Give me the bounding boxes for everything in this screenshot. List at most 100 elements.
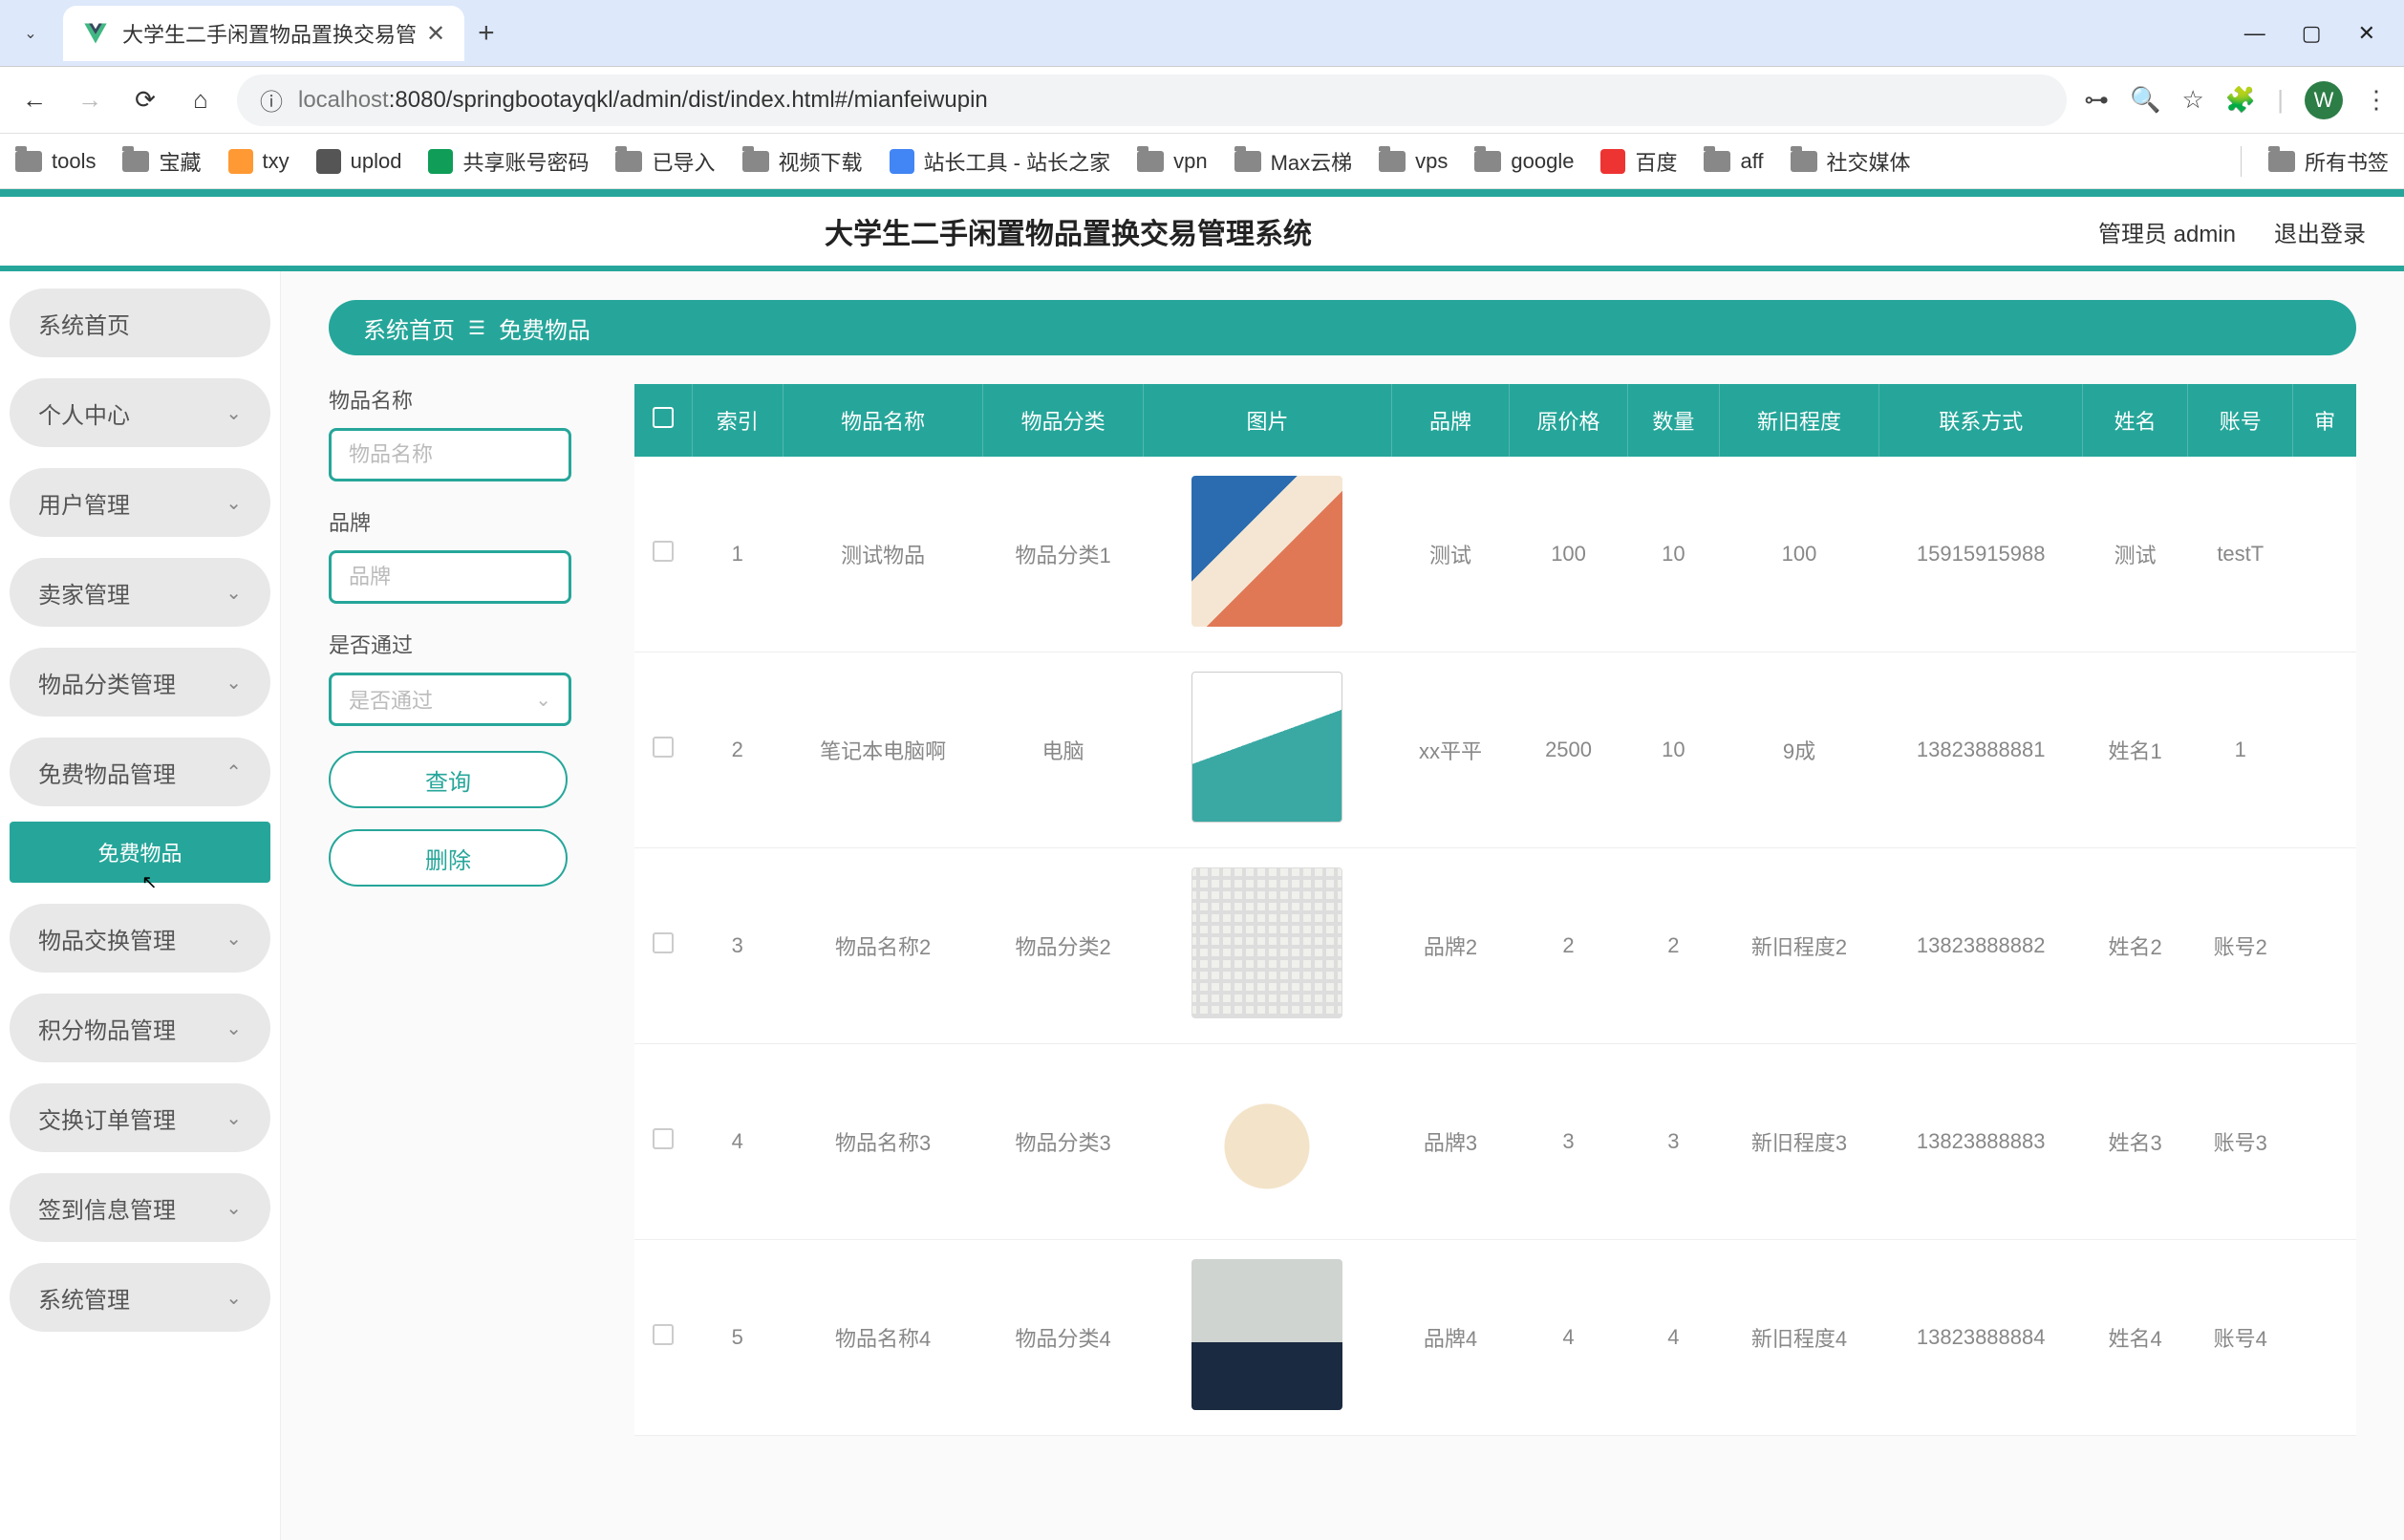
sidebar: 系统首页 个人中心⌄ 用户管理⌄ 卖家管理⌄ 物品分类管理⌄ 免费物品管理 ⌃ 免… bbox=[0, 271, 281, 1540]
breadcrumb-separator-icon: ☰ bbox=[468, 316, 485, 340]
cell-review bbox=[2293, 848, 2356, 1044]
bookmark-baidu[interactable]: 百度 bbox=[1600, 146, 1677, 177]
sidebar-item-orders[interactable]: 交换订单管理⌄ bbox=[10, 1083, 270, 1152]
bookmark-txy[interactable]: txy bbox=[228, 149, 290, 174]
cell-contact: 15915915988 bbox=[1879, 457, 2083, 652]
cell-review bbox=[2293, 1240, 2356, 1436]
minimize-icon[interactable]: — bbox=[2244, 21, 2265, 46]
cell-condition: 新旧程度2 bbox=[1719, 848, 1879, 1044]
cell-condition: 9成 bbox=[1719, 652, 1879, 848]
bookmark-shared-pwd[interactable]: 共享账号密码 bbox=[428, 146, 589, 177]
cell-condition: 100 bbox=[1719, 457, 1879, 652]
filter-label-brand: 品牌 bbox=[329, 506, 606, 537]
cell-account: testT bbox=[2188, 457, 2293, 652]
sidebar-subitem-free-items[interactable]: 免费物品↖ bbox=[10, 822, 270, 883]
site-info-icon[interactable]: ⓘ bbox=[260, 83, 283, 117]
sidebar-item-system[interactable]: 系统管理⌄ bbox=[10, 1263, 270, 1332]
cell-category: 电脑 bbox=[983, 652, 1144, 848]
bookmark-star-icon[interactable]: ☆ bbox=[2182, 85, 2204, 115]
chevron-up-icon: ⌃ bbox=[225, 760, 242, 784]
header-qty: 数量 bbox=[1628, 384, 1719, 457]
bookmark-uplod[interactable]: uplod bbox=[316, 149, 402, 174]
back-button[interactable]: ← bbox=[15, 81, 54, 119]
select-all-checkbox[interactable] bbox=[653, 407, 674, 428]
browser-tab[interactable]: 大学生二手闲置物品置换交易管 ✕ bbox=[63, 6, 464, 61]
header-index: 索引 bbox=[692, 384, 783, 457]
bookmark-imported[interactable]: 已导入 bbox=[615, 146, 715, 177]
row-checkbox[interactable] bbox=[653, 1324, 674, 1345]
cell-category: 物品分类4 bbox=[983, 1240, 1144, 1436]
cell-price: 4 bbox=[1509, 1240, 1627, 1436]
header-user[interactable]: 管理员 admin bbox=[2098, 215, 2236, 248]
sidebar-item-profile[interactable]: 个人中心⌄ bbox=[10, 378, 270, 447]
new-tab-button[interactable]: + bbox=[478, 17, 495, 50]
password-key-icon[interactable]: ⊶ bbox=[2084, 85, 2109, 115]
table-row: 5物品名称4物品分类4品牌444新旧程度413823888884姓名4账号4 bbox=[634, 1240, 2356, 1436]
bookmark-tools[interactable]: tools bbox=[15, 149, 96, 174]
row-checkbox[interactable] bbox=[653, 1128, 674, 1149]
cloud-icon bbox=[228, 149, 253, 174]
sidebar-item-home[interactable]: 系统首页 bbox=[10, 289, 270, 357]
cell-person: 姓名2 bbox=[2083, 848, 2188, 1044]
address-bar[interactable]: ⓘ localhost:8080/springbootayqkl/admin/d… bbox=[237, 75, 2067, 126]
bookmark-aff[interactable]: aff bbox=[1704, 149, 1763, 174]
bookmark-max[interactable]: Max云梯 bbox=[1234, 146, 1353, 177]
bookmark-label: google bbox=[1511, 149, 1574, 174]
search-button[interactable]: 查询 bbox=[329, 751, 568, 808]
logout-button[interactable]: 退出登录 bbox=[2274, 215, 2366, 248]
header-condition: 新旧程度 bbox=[1719, 384, 1879, 457]
header-checkbox-cell bbox=[634, 384, 692, 457]
maximize-icon[interactable]: ▢ bbox=[2302, 21, 2322, 46]
table-row: 2笔记本电脑啊电脑xx平平2500109成13823888881姓名11 bbox=[634, 652, 2356, 848]
home-button[interactable]: ⌂ bbox=[182, 81, 220, 119]
sidebar-item-checkin[interactable]: 签到信息管理⌄ bbox=[10, 1173, 270, 1242]
filter-select-pass[interactable]: 是否通过⌄ bbox=[329, 673, 571, 726]
bookmark-google[interactable]: google bbox=[1474, 149, 1574, 174]
filter-input-brand[interactable] bbox=[349, 565, 551, 589]
row-checkbox[interactable] bbox=[653, 541, 674, 562]
folder-icon bbox=[1234, 151, 1261, 172]
sidebar-item-users[interactable]: 用户管理⌄ bbox=[10, 468, 270, 537]
forward-button[interactable]: → bbox=[71, 81, 109, 119]
reload-button[interactable]: ⟳ bbox=[126, 81, 164, 119]
app-header: 大学生二手闲置物品置换交易管理系统 管理员 admin 退出登录 bbox=[0, 197, 2404, 266]
cell-person: 测试 bbox=[2083, 457, 2188, 652]
sidebar-item-exchange[interactable]: 物品交换管理⌄ bbox=[10, 904, 270, 973]
profile-avatar[interactable]: W bbox=[2305, 81, 2343, 119]
bookmark-label: tools bbox=[52, 149, 96, 174]
bookmark-social[interactable]: 社交媒体 bbox=[1791, 146, 1911, 177]
filter-input-name[interactable] bbox=[349, 442, 551, 467]
breadcrumb-home[interactable]: 系统首页 bbox=[363, 311, 455, 345]
bookmark-zhanzhang[interactable]: 站长工具 - 站长之家 bbox=[890, 146, 1111, 177]
bookmark-video[interactable]: 视频下载 bbox=[742, 146, 863, 177]
all-bookmarks[interactable]: 所有书签 bbox=[2268, 146, 2389, 177]
bookmark-vpn[interactable]: vpn bbox=[1137, 149, 1207, 174]
sidebar-item-categories[interactable]: 物品分类管理⌄ bbox=[10, 648, 270, 717]
menu-label: 交换订单管理 bbox=[38, 1102, 176, 1135]
cell-image bbox=[1143, 1044, 1391, 1240]
folder-icon bbox=[1137, 151, 1164, 172]
folder-icon bbox=[742, 151, 769, 172]
extensions-icon[interactable]: 🧩 bbox=[2225, 85, 2256, 115]
sidebar-item-free-items[interactable]: 免费物品管理 ⌃ bbox=[10, 738, 270, 806]
bookmark-baozang[interactable]: 宝藏 bbox=[122, 146, 201, 177]
chevron-down-icon: ⌄ bbox=[225, 671, 242, 695]
delete-button[interactable]: 删除 bbox=[329, 829, 568, 887]
sidebar-item-sellers[interactable]: 卖家管理⌄ bbox=[10, 558, 270, 627]
close-window-icon[interactable]: ✕ bbox=[2358, 21, 2375, 46]
bookmark-vps[interactable]: vps bbox=[1379, 149, 1448, 174]
sidebar-item-points[interactable]: 积分物品管理⌄ bbox=[10, 994, 270, 1062]
browser-menu-icon[interactable]: ⋮ bbox=[2364, 85, 2389, 115]
cell-account: 1 bbox=[2188, 652, 2293, 848]
tab-close-icon[interactable]: ✕ bbox=[426, 20, 445, 48]
bookmarks-bar: tools 宝藏 txy uplod 共享账号密码 已导入 视频下载 站长工具 … bbox=[0, 134, 2404, 189]
zoom-icon[interactable]: 🔍 bbox=[2130, 85, 2160, 115]
row-checkbox[interactable] bbox=[653, 932, 674, 953]
menu-label: 免费物品管理 bbox=[38, 756, 176, 789]
cell-condition: 新旧程度3 bbox=[1719, 1044, 1879, 1240]
chevron-down-icon: ⌄ bbox=[225, 927, 242, 951]
row-checkbox[interactable] bbox=[653, 737, 674, 758]
chevron-down-icon: ⌄ bbox=[225, 491, 242, 515]
submenu-label: 免费物品 bbox=[97, 837, 182, 867]
tab-search-caret[interactable]: ⌄ bbox=[8, 11, 54, 56]
